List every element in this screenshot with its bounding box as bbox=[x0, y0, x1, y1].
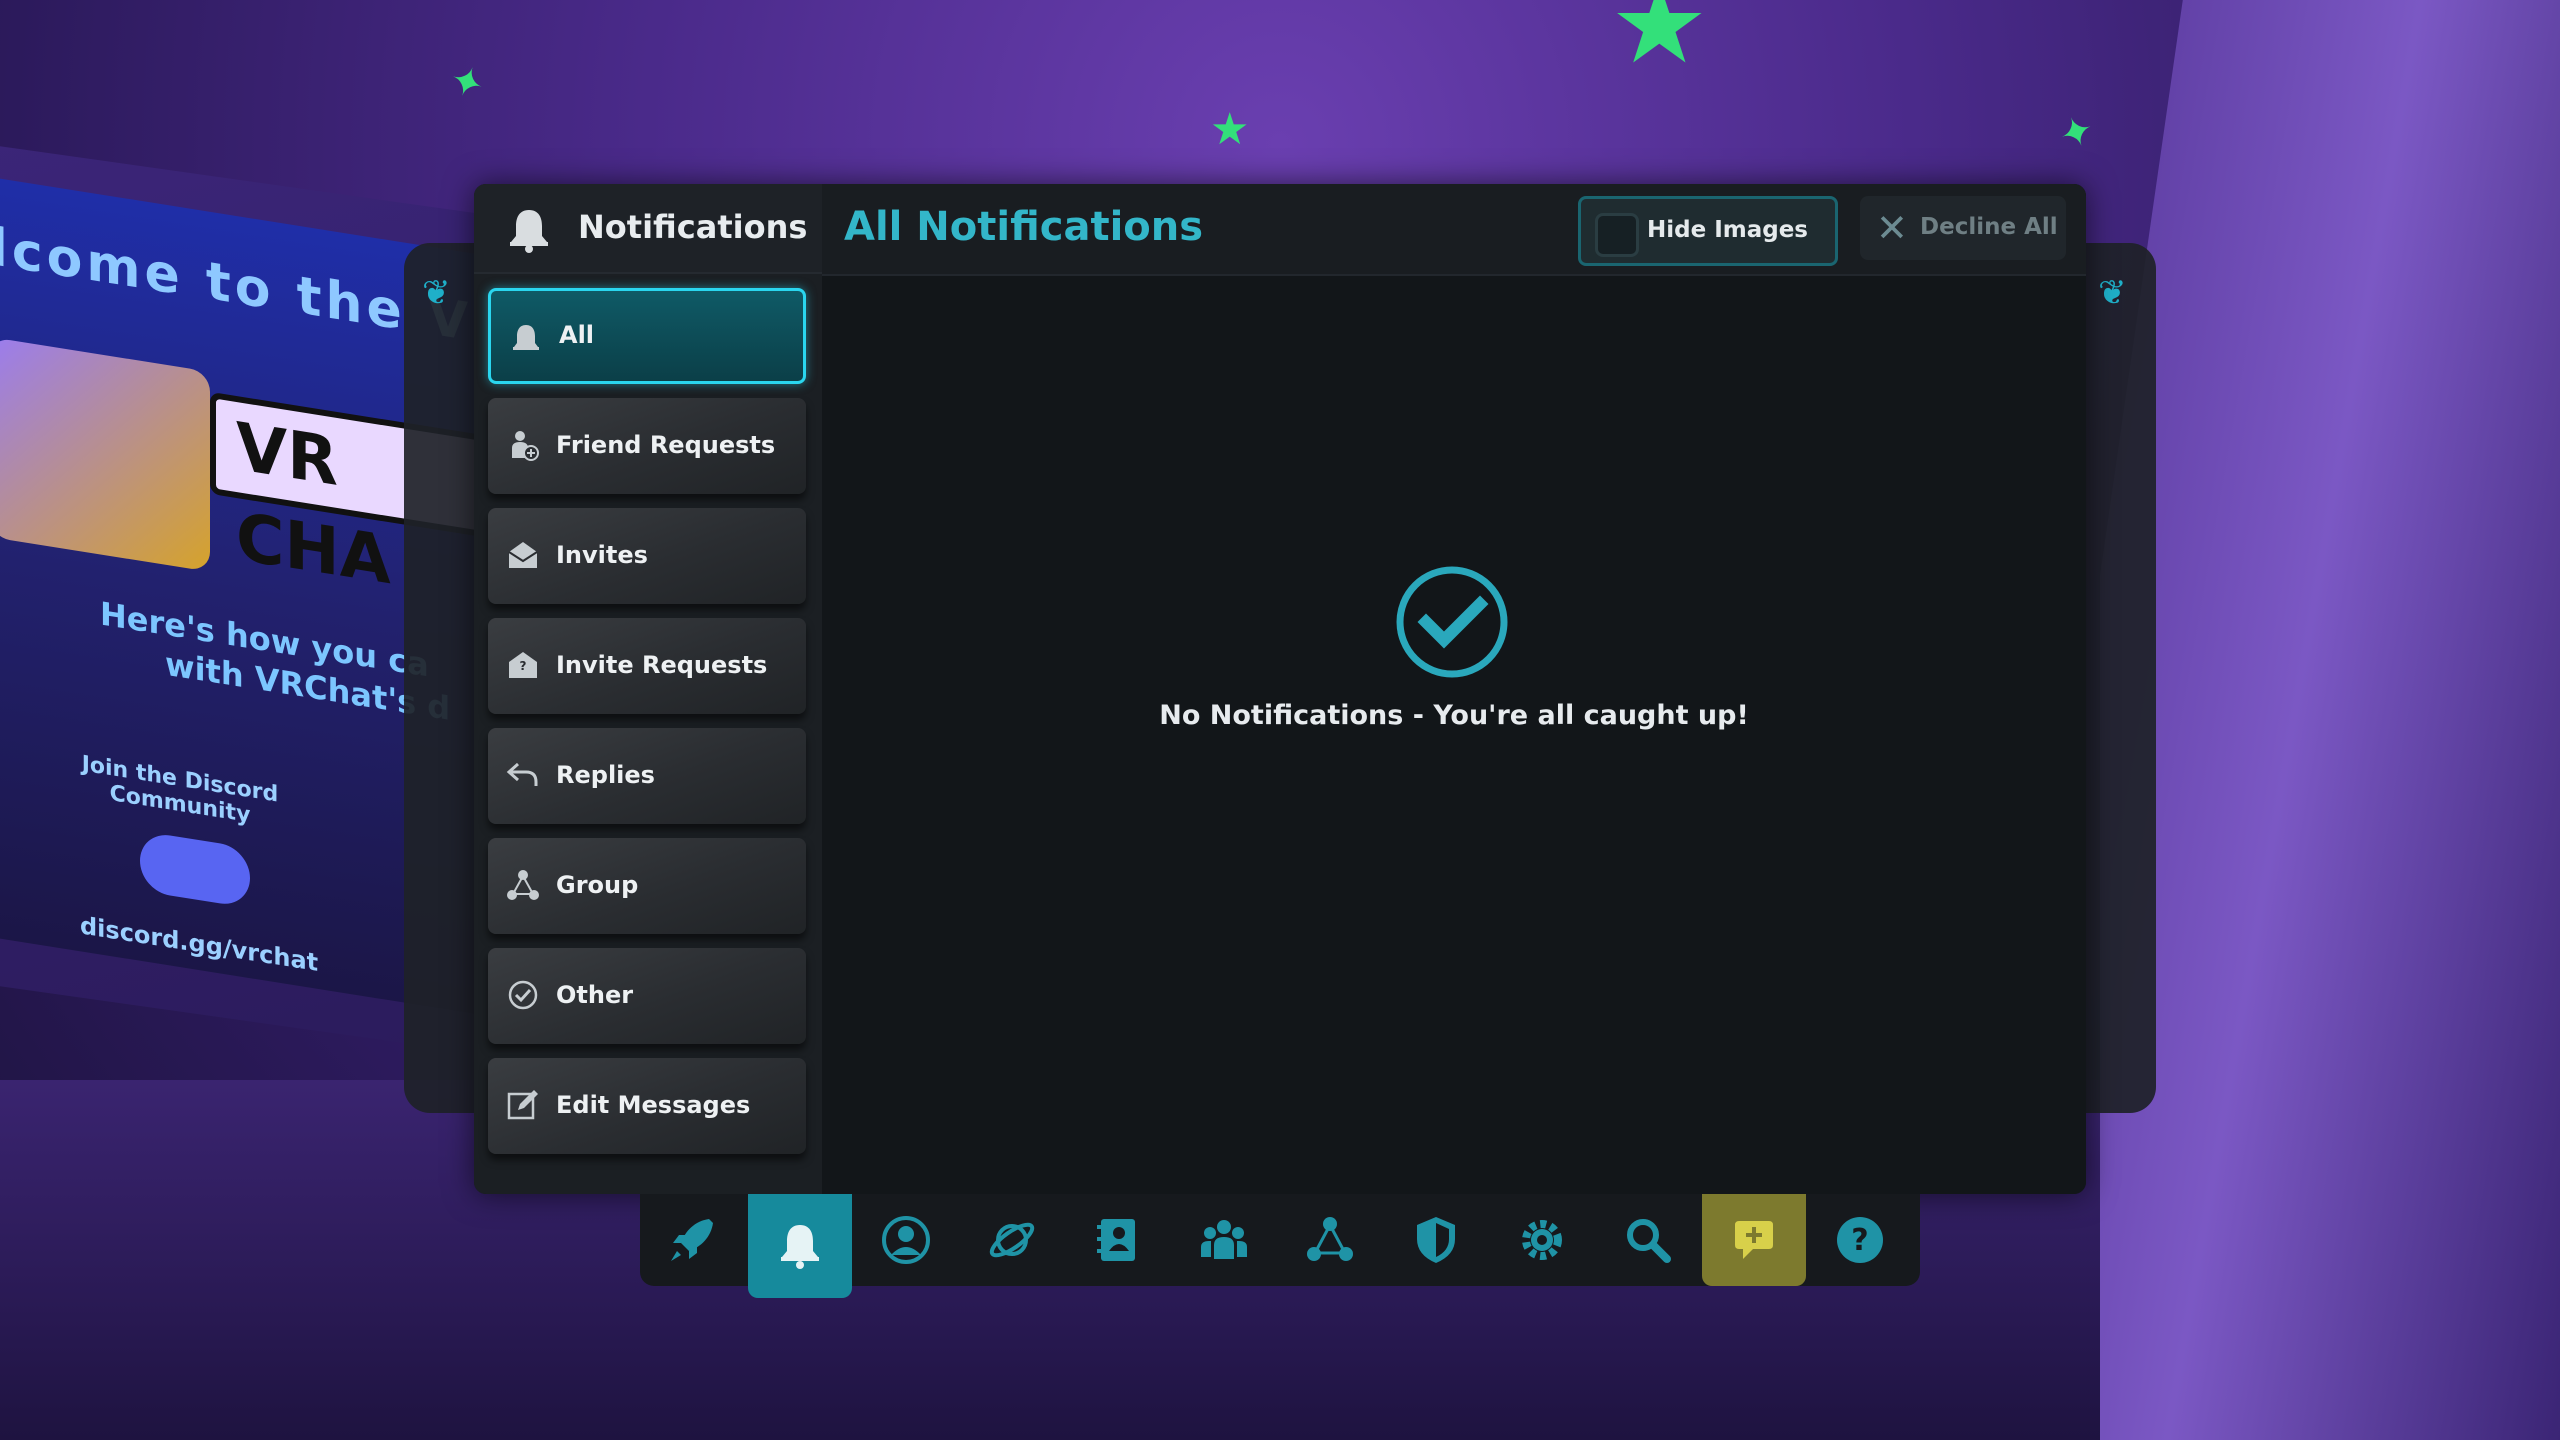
nav-label-group: Group bbox=[556, 871, 639, 899]
leaf-icon: ❦ bbox=[2098, 273, 2127, 313]
dock-worlds-button[interactable] bbox=[960, 1194, 1064, 1286]
sidebar-header: Notifications bbox=[474, 184, 822, 274]
nav-label-friend-requests: Friend Requests bbox=[556, 431, 776, 459]
nav-item-replies[interactable]: Replies bbox=[488, 728, 806, 824]
shield-icon bbox=[1417, 1217, 1455, 1263]
dock-safety-button[interactable] bbox=[1384, 1194, 1488, 1286]
nav-label-invite-requests: Invite Requests bbox=[556, 651, 768, 679]
nav-item-other[interactable]: Other bbox=[488, 948, 806, 1044]
notifications-window: Notifications All Friend Requests Invite… bbox=[474, 184, 2086, 1194]
content-header: All Notifications Hide Images ✕ Decline … bbox=[822, 184, 2086, 276]
hide-images-checkbox[interactable] bbox=[1595, 213, 1639, 257]
group-nodes-icon bbox=[507, 870, 539, 900]
close-icon: ✕ bbox=[1876, 206, 1908, 250]
bottom-dock: ? bbox=[640, 1194, 1920, 1298]
dock-chat-button[interactable] bbox=[1702, 1194, 1806, 1286]
star-decoration-icon: ★ bbox=[1610, 0, 1709, 88]
envelope-question-icon: ? bbox=[509, 652, 537, 678]
page-title: All Notifications bbox=[844, 204, 1204, 250]
nav-label-replies: Replies bbox=[556, 761, 655, 789]
empty-state-message: No Notifications - You're all caught up! bbox=[1159, 700, 1749, 731]
reply-icon bbox=[506, 762, 538, 786]
decline-all-button[interactable]: ✕ Decline All bbox=[1860, 196, 2066, 260]
dock-settings-button[interactable] bbox=[1490, 1194, 1594, 1286]
poster-join-text: Join the Discord Community bbox=[81, 751, 279, 829]
svg-text:?: ? bbox=[520, 659, 527, 673]
search-icon bbox=[1627, 1219, 1671, 1263]
nav-item-invites[interactable]: Invites bbox=[488, 508, 806, 604]
nav-item-invite-requests[interactable]: ? Invite Requests bbox=[488, 618, 806, 714]
poster-character-art bbox=[0, 336, 210, 572]
dock-help-button[interactable]: ? bbox=[1808, 1194, 1912, 1286]
dock-search-button[interactable] bbox=[1596, 1194, 1700, 1286]
hide-images-toggle[interactable]: Hide Images bbox=[1578, 196, 1838, 266]
nav-label-all: All bbox=[559, 321, 595, 349]
dock-profile-button[interactable] bbox=[854, 1194, 958, 1286]
sidebar-title: Notifications bbox=[578, 208, 808, 246]
nav-item-edit-messages[interactable]: Edit Messages bbox=[488, 1058, 806, 1154]
star-decoration-icon: ✦ bbox=[2053, 105, 2101, 161]
notifications-content: All Notifications Hide Images ✕ Decline … bbox=[822, 184, 2086, 1194]
dock-launch-pad-button[interactable] bbox=[640, 1194, 744, 1286]
nav-item-friend-requests[interactable]: Friend Requests bbox=[488, 398, 806, 494]
chat-plus-icon bbox=[1735, 1221, 1773, 1259]
nav-label-edit-messages: Edit Messages bbox=[556, 1091, 751, 1119]
help-icon: ? bbox=[1837, 1217, 1883, 1263]
bell-icon bbox=[513, 325, 539, 350]
envelope-open-icon bbox=[508, 542, 538, 568]
nav-label-invites: Invites bbox=[556, 541, 648, 569]
group-nodes-icon bbox=[1307, 1217, 1353, 1261]
nav-item-all[interactable]: All bbox=[488, 288, 806, 384]
dock-notifications-button[interactable] bbox=[748, 1194, 852, 1298]
bell-icon bbox=[510, 210, 548, 253]
planet-icon bbox=[989, 1222, 1035, 1258]
check-circle-icon bbox=[1396, 566, 1508, 678]
rocket-icon bbox=[671, 1219, 713, 1261]
nav-label-other: Other bbox=[556, 981, 634, 1009]
star-decoration-icon: ✦ bbox=[443, 55, 491, 111]
dock-social-button[interactable] bbox=[1172, 1194, 1276, 1286]
dock-groups-button[interactable] bbox=[1278, 1194, 1382, 1286]
friends-icon bbox=[1201, 1220, 1247, 1259]
hide-images-label: Hide Images bbox=[1647, 217, 1808, 243]
decline-all-label: Decline All bbox=[1920, 214, 2058, 240]
nav-item-group[interactable]: Group bbox=[488, 838, 806, 934]
gear-icon bbox=[1522, 1220, 1562, 1260]
discord-icon bbox=[140, 830, 250, 909]
edit-icon bbox=[507, 1090, 538, 1120]
avatar-book-icon bbox=[1097, 1219, 1135, 1261]
bell-icon bbox=[781, 1225, 819, 1269]
notifications-sidebar: Notifications All Friend Requests Invite… bbox=[474, 184, 822, 1194]
svg-text:?: ? bbox=[1851, 1223, 1868, 1258]
dock-avatars-button[interactable] bbox=[1066, 1194, 1170, 1286]
background-wall-right bbox=[2100, 0, 2560, 1440]
check-circle-icon bbox=[508, 980, 538, 1010]
profile-icon bbox=[882, 1216, 930, 1264]
friend-add-icon bbox=[512, 431, 539, 461]
leaf-icon: ❦ bbox=[422, 273, 451, 313]
star-decoration-icon: ★ bbox=[1210, 104, 1250, 155]
